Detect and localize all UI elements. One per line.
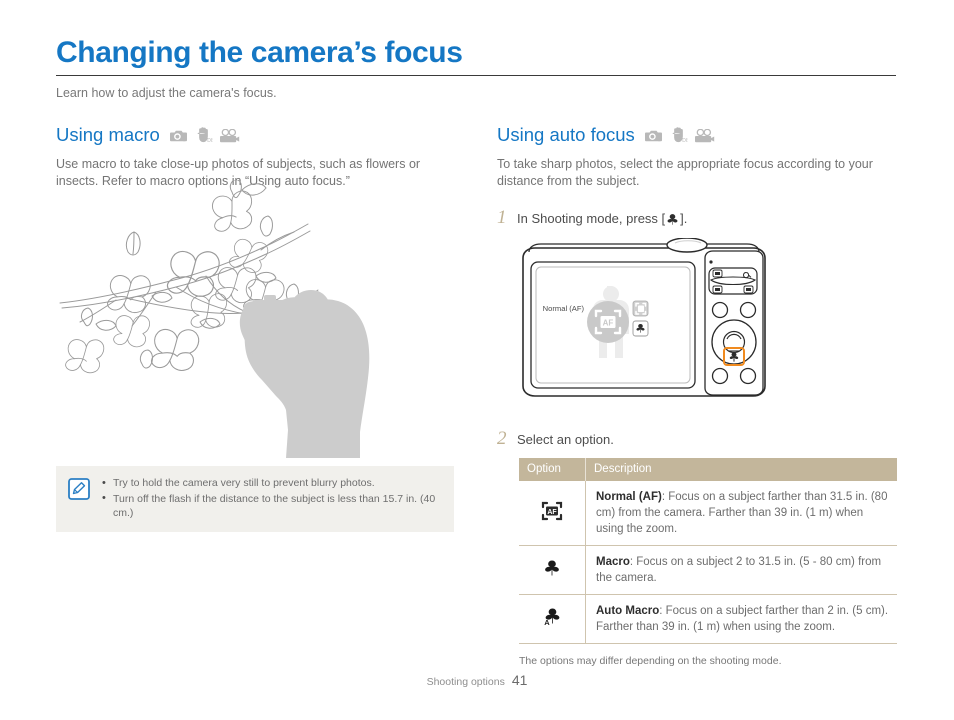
option-icon-cell: A <box>519 594 586 644</box>
hand-dis-icon: DIS <box>672 126 688 143</box>
table-body: AF Normal (AF): Focus on a subject farth… <box>519 481 897 644</box>
option-name: Auto Macro <box>596 605 660 617</box>
option-name: Macro <box>596 556 630 568</box>
svg-text:DIS: DIS <box>682 138 688 143</box>
step-2-text: Select an option. <box>517 432 614 447</box>
svg-text:A: A <box>544 618 550 627</box>
step-1-text-before: In Shooting mode, press [ <box>517 211 666 226</box>
step-1-text-after: ]. <box>680 211 688 226</box>
mode-icon-group-right: P DIS <box>644 126 715 144</box>
table-row: A Auto Macro: Focus on a subject farther… <box>519 594 897 644</box>
step-2: 2 Select an option. <box>497 429 897 449</box>
right-column: Using auto focus P DIS To <box>497 124 897 668</box>
option-description-cell: Normal (AF): Focus on a subject farther … <box>585 481 897 546</box>
svg-text:P: P <box>658 136 662 142</box>
page-footer: Shooting options 41 <box>0 672 954 688</box>
option-name: Normal (AF) <box>596 491 662 503</box>
camera-program-icon: P <box>644 130 662 143</box>
svg-text:AF: AF <box>603 319 614 328</box>
footer-page-number: 41 <box>511 672 528 688</box>
page-subtitle: Learn how to adjust the camera's focus. <box>56 86 277 100</box>
option-icon-cell: AF <box>519 481 586 546</box>
svg-text:AF: AF <box>547 508 557 515</box>
step-1-text: In Shooting mode, press [ ]. <box>517 210 687 228</box>
macro-illustration <box>56 179 466 460</box>
table-row: Macro: Focus on a subject 2 to 31.5 in. … <box>519 545 897 595</box>
step-1-number: 1 <box>497 207 507 228</box>
title-block: Changing the camera’s focus Learn how to… <box>56 36 896 101</box>
step-2-number: 2 <box>497 428 507 449</box>
using-auto-focus-body: To take sharp photos, select the appropr… <box>497 157 873 188</box>
section-title-using-macro: Using macro <box>56 124 160 145</box>
column-header-option: Option <box>519 458 586 481</box>
using-macro-heading: Using macro P DIS <box>56 124 456 146</box>
note-box: Try to hold the camera very still to pre… <box>56 466 454 532</box>
hand-dis-icon: DIS <box>197 126 213 143</box>
note-list: Try to hold the camera very still to pre… <box>102 476 454 522</box>
lcd-af-bracket-icon: AF <box>594 309 622 335</box>
option-detail: : Focus on a subject 2 to 31.5 in. (5 - … <box>596 556 882 584</box>
column-header-description: Description <box>585 458 897 481</box>
macro-flower-icon <box>666 213 679 226</box>
option-description-cell: Macro: Focus on a subject 2 to 31.5 in. … <box>585 545 897 595</box>
title-divider <box>56 75 896 76</box>
photographer-silhouette <box>239 290 370 458</box>
table-header-row: Option Description <box>519 458 897 481</box>
option-description-cell: Auto Macro: Focus on a subject farther t… <box>585 594 897 644</box>
movie-icon <box>694 128 715 142</box>
lcd-mode-label: Normal (AF) <box>543 304 585 313</box>
note-icon-wrap <box>56 476 102 500</box>
section-title-using-auto-focus: Using auto focus <box>497 124 635 145</box>
af-bracket-icon: AF <box>541 501 563 520</box>
note-item: Try to hold the camera very still to pre… <box>102 476 442 491</box>
using-auto-focus-heading: Using auto focus P DIS <box>497 124 897 146</box>
footer-section-label: Shooting options <box>426 676 505 688</box>
table-row: AF Normal (AF): Focus on a subject farth… <box>519 481 897 546</box>
lcd-option-af <box>632 300 649 317</box>
option-icon-cell <box>519 545 586 595</box>
note-pencil-icon <box>68 478 90 500</box>
lcd-option-macro <box>632 320 649 337</box>
step-1: 1 In Shooting mode, press [ ]. <box>497 208 897 228</box>
focus-options-table: Option Description AF Normal (AF): Focus… <box>519 458 897 644</box>
manual-page: Changing the camera’s focus Learn how to… <box>0 0 954 720</box>
table-footnote: The options may differ depending on the … <box>519 655 782 667</box>
page-title: Changing the camera’s focus <box>56 36 463 69</box>
table-header: Option Description <box>519 458 897 481</box>
auto-macro-flower-icon: A <box>544 608 560 627</box>
camera-program-icon: P <box>169 130 187 143</box>
note-item: Turn off the flash if the distance to th… <box>102 491 442 521</box>
svg-text:P: P <box>183 136 187 142</box>
macro-flower-icon <box>545 560 559 575</box>
movie-icon <box>219 128 240 142</box>
mode-icon-group-left: P DIS <box>169 126 240 144</box>
svg-text:DIS: DIS <box>207 138 213 143</box>
camera-back-illustration: AF Normal (AF) <box>515 237 897 411</box>
